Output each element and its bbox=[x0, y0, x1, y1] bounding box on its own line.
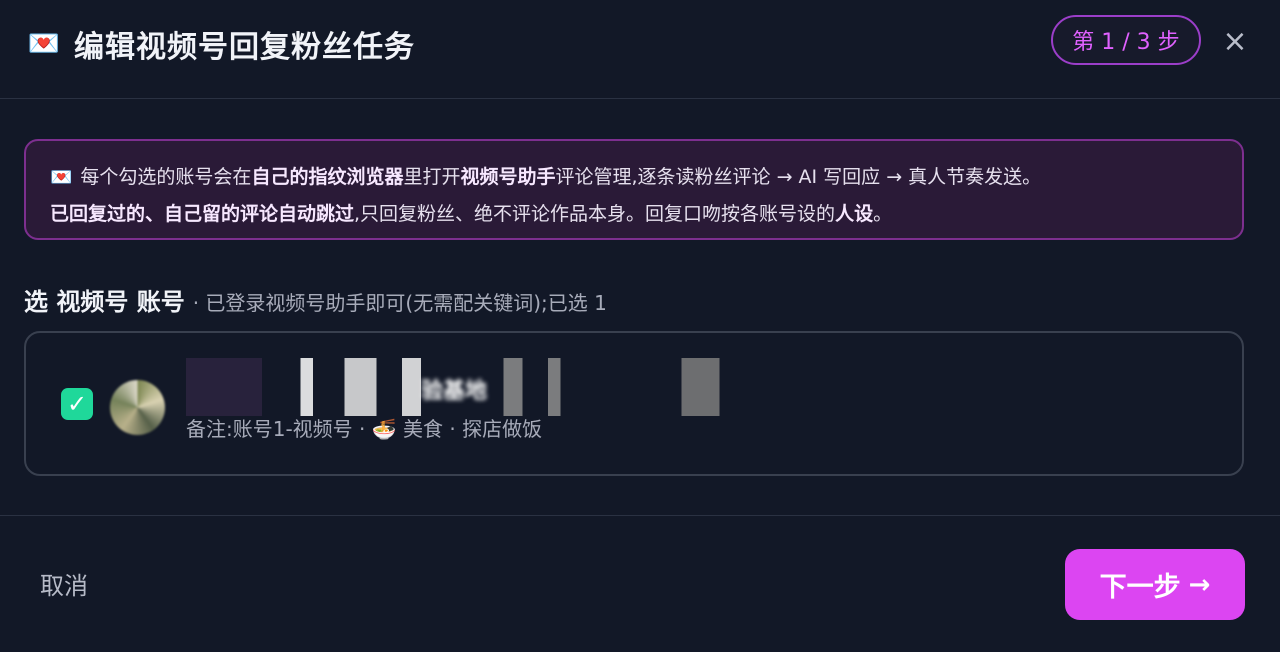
account-name: 验基地 bbox=[421, 379, 488, 404]
section-title: 选 视频号 账号 bbox=[24, 288, 185, 316]
modal-header: 💌 编辑视频号回复粉丝任务 第 1 / 3 步 × bbox=[0, 0, 1280, 99]
account-selector-label: 选 视频号 账号 · 已登录视频号助手即可(无需配关键词);已选 1 bbox=[24, 282, 607, 317]
step-indicator: 第 1 / 3 步 bbox=[1051, 15, 1201, 65]
notice-text: 每个勾选的账号会在 bbox=[80, 166, 252, 188]
notice-emphasis: 人设 bbox=[835, 203, 874, 225]
notice-emphasis: 自己的指纹浏览器 bbox=[251, 166, 404, 188]
account-checkbox[interactable]: ✓ bbox=[61, 388, 93, 420]
checkmark-icon: ✓ bbox=[66, 390, 88, 418]
account-meta: 备注:账号1-视频号 · 🍜 美食 · 探店做饭 bbox=[186, 417, 543, 441]
next-button-label: 下一步 bbox=[1099, 572, 1181, 603]
arrow-right-icon: → bbox=[1188, 569, 1211, 600]
section-subtitle: · 已登录视频号助手即可(无需配关键词);已选 1 bbox=[192, 291, 607, 315]
blurred-account-name bbox=[186, 358, 821, 416]
notice-text: 里打开 bbox=[403, 166, 461, 188]
next-step-button[interactable]: 下一步 → bbox=[1065, 549, 1245, 620]
love-letter-icon: 💌 bbox=[50, 167, 73, 188]
footer-divider bbox=[0, 515, 1280, 516]
love-letter-icon: 💌 bbox=[27, 29, 61, 59]
notice-text: 。 bbox=[873, 203, 893, 225]
close-icon[interactable]: × bbox=[1220, 24, 1250, 59]
notice-text: 评论管理,逐条读粉丝评论 → AI 写回应 → 真人节奏发送。 bbox=[555, 166, 1042, 188]
notice-emphasis: 视频号助手 bbox=[460, 166, 556, 188]
account-card[interactable]: ✓ 验基地 备注:账号1-视频号 · 🍜 美食 · 探店做饭 bbox=[24, 331, 1244, 476]
notice-text: ,只回复粉丝、绝不评论作品本身。回复口吻按各账号设的 bbox=[354, 203, 836, 225]
cancel-button[interactable]: 取消 bbox=[40, 566, 88, 601]
task-notice: 💌 每个勾选的账号会在自己的指纹浏览器里打开视频号助手评论管理,逐条读粉丝评论 →… bbox=[24, 139, 1244, 240]
avatar bbox=[110, 380, 165, 435]
notice-emphasis: 已回复过的、自己留的评论自动跳过 bbox=[50, 203, 355, 225]
title-group: 💌 编辑视频号回复粉丝任务 bbox=[24, 22, 415, 66]
modal-title: 编辑视频号回复粉丝任务 bbox=[74, 30, 415, 65]
